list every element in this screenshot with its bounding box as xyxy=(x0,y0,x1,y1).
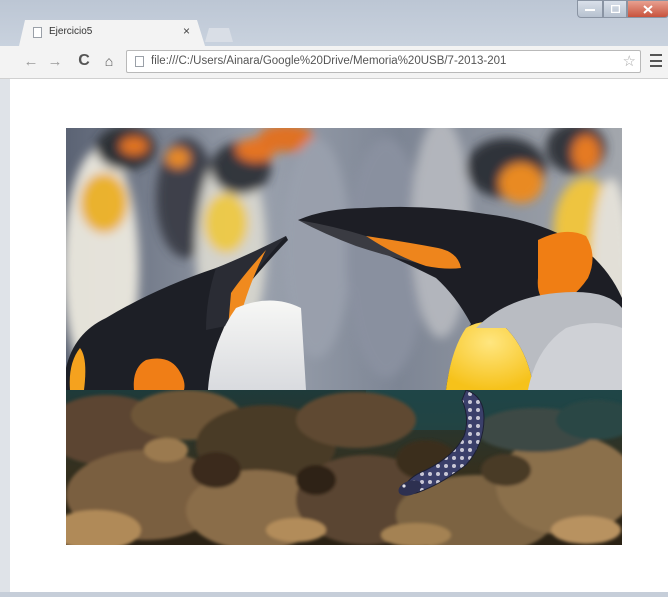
tab-ejercicio5[interactable]: Ejercicio5 × xyxy=(19,20,205,46)
minimize-icon[interactable] xyxy=(577,0,603,18)
moray-eel-reef-photo xyxy=(66,390,622,545)
window-bottom-edge xyxy=(0,592,668,597)
reload-icon[interactable]: C xyxy=(75,52,93,70)
page-viewport xyxy=(10,79,668,592)
tab-close-icon[interactable]: × xyxy=(183,24,190,38)
forward-arrow-icon[interactable]: → xyxy=(46,52,64,70)
url-text[interactable]: file:///C:/Users/Ainara/Google%20Drive/M… xyxy=(151,55,506,67)
browser-toolbar: ← → C ⌂ file:///C:/Users/Ainara/Google%2… xyxy=(0,46,668,79)
bookmark-star-icon[interactable]: ☆ xyxy=(619,52,636,70)
new-tab-button[interactable] xyxy=(205,28,233,42)
page-icon xyxy=(135,56,144,67)
tab-title: Ejercicio5 xyxy=(49,26,93,37)
king-penguins-photo xyxy=(66,128,622,390)
document-icon xyxy=(33,27,42,38)
title-bar: Ejercicio5 × xyxy=(0,0,668,46)
browser-window: Ejercicio5 × ← → C ⌂ file:///C:/Users/Ai… xyxy=(0,0,668,597)
maximize-icon[interactable] xyxy=(603,0,627,18)
window-controls xyxy=(577,0,668,18)
menu-icon[interactable] xyxy=(650,54,662,67)
close-icon[interactable] xyxy=(627,0,668,18)
home-icon[interactable]: ⌂ xyxy=(100,52,118,70)
window-left-edge xyxy=(0,79,10,592)
back-arrow-icon[interactable]: ← xyxy=(22,52,40,70)
address-bar[interactable]: file:///C:/Users/Ainara/Google%20Drive/M… xyxy=(126,50,641,73)
